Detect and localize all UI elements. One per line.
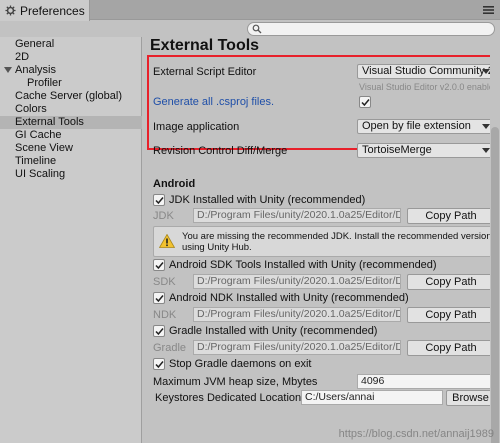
sdk-installed-label: Android SDK Tools Installed with Unity (… <box>169 259 437 271</box>
sidebar-item-cache-server[interactable]: Cache Server (global) <box>0 90 142 103</box>
gradle-label: Gradle <box>153 342 187 354</box>
editor-version-hint: Visual Studio Editor v2.0.0 enabled <box>359 82 499 92</box>
sidebar-item-ui-scaling[interactable]: UI Scaling <box>0 168 142 181</box>
checkmark-icon <box>155 262 164 270</box>
script-editor-dropdown[interactable]: Visual Studio Community 2 <box>357 64 495 79</box>
stop-gradle-label: Stop Gradle daemons on exit <box>169 358 312 370</box>
sdk-path-field[interactable]: D:/Program Files/unity/2020.1.0a25/Edito… <box>193 274 401 289</box>
sidebar-item-gi-cache[interactable]: GI Cache <box>0 129 142 142</box>
jdk-installed-label: JDK Installed with Unity (recommended) <box>169 194 366 206</box>
sdk-installed-checkbox[interactable] <box>153 259 165 271</box>
chevron-down-icon <box>482 69 490 74</box>
sdk-label: SDK <box>153 276 176 288</box>
vertical-scrollbar[interactable] <box>490 37 500 443</box>
ndk-label: NDK <box>153 309 177 321</box>
watermark: https://blog.csdn.net/annaij1989 <box>338 428 494 440</box>
preferences-window: Preferences General 2D Analysis Profiler… <box>0 0 500 443</box>
gear-icon <box>5 5 16 16</box>
page-title: External Tools <box>150 37 260 54</box>
chevron-down-icon <box>482 148 490 153</box>
search-icon <box>252 24 262 34</box>
checkmark-icon <box>155 328 164 336</box>
chevron-down-icon <box>482 124 490 129</box>
jdk-path-field[interactable]: D:/Program Files/unity/2020.1.0a25/Edito… <box>193 208 401 223</box>
generate-csproj-checkbox[interactable] <box>359 96 371 108</box>
sidebar-item-colors[interactable]: Colors <box>0 103 142 116</box>
tab-bar: Preferences <box>0 0 500 21</box>
warning-icon <box>159 234 175 248</box>
gradle-path-field[interactable]: D:/Program Files/unity/2020.1.0a25/Edito… <box>193 340 401 355</box>
jdk-warning-box: You are missing the recommended JDK. Ins… <box>153 226 498 257</box>
sidebar-item-analysis[interactable]: Analysis <box>0 64 142 77</box>
image-application-label: Image application <box>153 121 240 133</box>
stop-gradle-checkbox[interactable] <box>153 358 165 370</box>
checkmark-icon <box>155 197 164 205</box>
script-editor-value: Visual Studio Community 2 <box>362 65 494 77</box>
jdk-warning-text: You are missing the recommended JDK. Ins… <box>182 231 492 253</box>
gradle-copy-path-button[interactable]: Copy Path <box>407 340 495 356</box>
image-application-dropdown[interactable]: Open by file extension <box>357 119 495 134</box>
sidebar-item-2d[interactable]: 2D <box>0 51 142 64</box>
expand-triangle-icon[interactable] <box>4 67 12 73</box>
keystores-label: Keystores Dedicated Location <box>155 392 302 404</box>
revision-control-label: Revision Control Diff/Merge <box>153 145 288 157</box>
kebab-menu-icon[interactable] <box>483 5 494 15</box>
script-editor-label: External Script Editor <box>153 66 257 78</box>
android-heading: Android <box>153 178 196 190</box>
image-application-value: Open by file extension <box>362 120 471 132</box>
gradle-installed-checkbox[interactable] <box>153 325 165 337</box>
search-row <box>0 21 500 37</box>
jdk-copy-path-button[interactable]: Copy Path <box>407 208 495 224</box>
sidebar-item-external-tools[interactable]: External Tools <box>0 116 142 129</box>
generate-csproj-label: Generate all .csproj files. <box>153 96 275 108</box>
ndk-installed-label: Android NDK Installed with Unity (recomm… <box>169 292 409 304</box>
sidebar-item-profiler[interactable]: Profiler <box>0 77 142 90</box>
revision-control-dropdown[interactable]: TortoiseMerge <box>357 143 495 158</box>
keystores-browse-button[interactable]: Browse <box>446 390 495 406</box>
tab-preferences[interactable]: Preferences <box>0 0 90 21</box>
gradle-installed-label: Gradle Installed with Unity (recommended… <box>169 325 378 337</box>
jvm-heap-label: Maximum JVM heap size, Mbytes <box>153 376 318 388</box>
settings-panel: External Tools External Script Editor Vi… <box>143 37 500 443</box>
sidebar-item-label: Analysis <box>15 64 56 76</box>
keystores-path-field[interactable]: C:/Users/annai <box>301 390 443 405</box>
jdk-label: JDK <box>153 210 174 222</box>
scrollbar-thumb[interactable] <box>491 127 499 443</box>
sidebar-item-general[interactable]: General <box>0 38 142 51</box>
checkmark-icon <box>155 295 164 303</box>
revision-control-value: TortoiseMerge <box>362 144 432 156</box>
ndk-copy-path-button[interactable]: Copy Path <box>407 307 495 323</box>
checkmark-icon <box>361 99 370 107</box>
sdk-copy-path-button[interactable]: Copy Path <box>407 274 495 290</box>
jvm-heap-input[interactable]: 4096 <box>357 374 495 389</box>
search-input[interactable] <box>247 22 495 36</box>
jdk-installed-checkbox[interactable] <box>153 194 165 206</box>
checkmark-icon <box>155 361 164 369</box>
sidebar-item-timeline[interactable]: Timeline <box>0 155 142 168</box>
sidebar: General 2D Analysis Profiler Cache Serve… <box>0 37 142 443</box>
ndk-installed-checkbox[interactable] <box>153 292 165 304</box>
ndk-path-field[interactable]: D:/Program Files/unity/2020.1.0a25/Edito… <box>193 307 401 322</box>
tab-title: Preferences <box>20 3 85 18</box>
sidebar-item-scene-view[interactable]: Scene View <box>0 142 142 155</box>
